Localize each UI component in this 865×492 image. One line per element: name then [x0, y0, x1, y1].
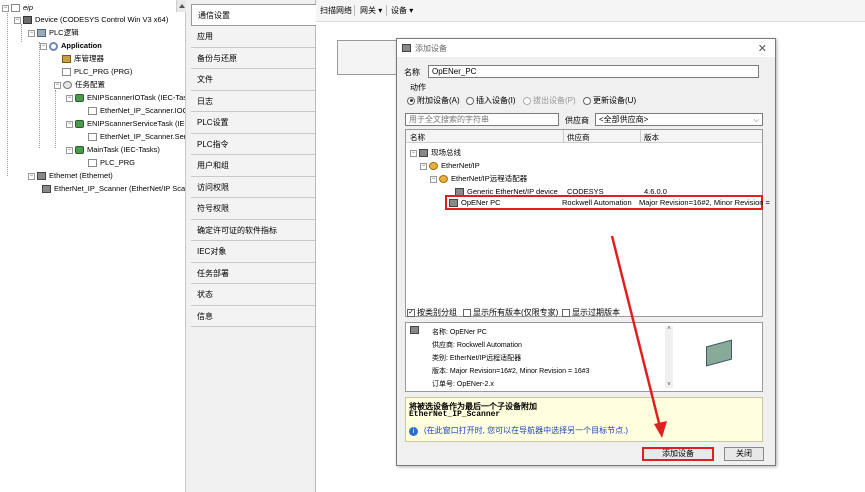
annotation-arrow: [610, 235, 667, 438]
arrow-shaft: [610, 235, 662, 428]
arrow-head: [654, 421, 667, 438]
